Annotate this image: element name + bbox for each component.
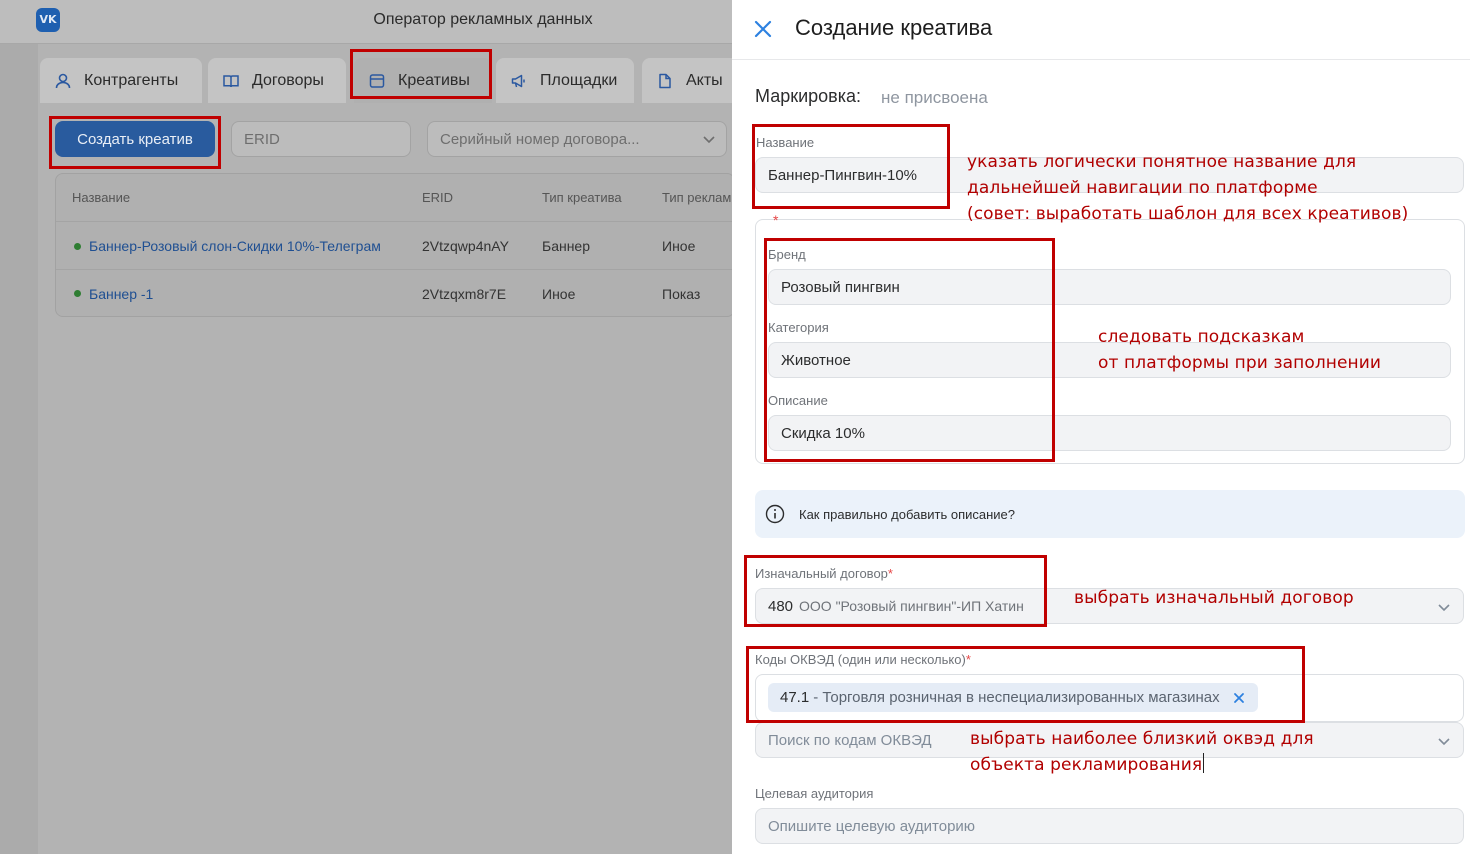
column-header[interactable]: Тип креатива bbox=[542, 174, 622, 221]
document-icon bbox=[659, 73, 671, 88]
tab-platforms[interactable]: Площадки bbox=[496, 58, 634, 103]
column-header[interactable]: ERID bbox=[422, 174, 453, 221]
chevron-down-icon bbox=[1438, 604, 1450, 612]
tab-label: Контрагенты bbox=[84, 71, 179, 89]
creative-name-link[interactable]: Баннер -1 bbox=[74, 270, 153, 316]
user-icon bbox=[55, 73, 71, 88]
annotation-box-name bbox=[752, 124, 950, 209]
annotation-okved-note: выбрать наиболее близкий оквэд для объек… bbox=[970, 729, 1314, 775]
text-cursor bbox=[1203, 753, 1205, 773]
info-icon bbox=[765, 504, 785, 524]
book-icon bbox=[223, 74, 239, 87]
annotation-box-creatives-tab bbox=[350, 49, 492, 99]
tab-label: Акты bbox=[686, 71, 723, 89]
creatives-table: Название ERID Тип креатива Тип реклам Ба… bbox=[55, 173, 735, 317]
type-cell: Иное bbox=[542, 285, 576, 302]
tab-acts[interactable]: Акты bbox=[642, 58, 740, 103]
type-cell: Баннер bbox=[542, 238, 591, 254]
table-row[interactable]: Баннер -1 2Vtzqxm8r7E Иное Показ bbox=[56, 270, 734, 316]
annotation-box-brand-group bbox=[764, 238, 1055, 462]
megaphone-icon bbox=[511, 74, 525, 87]
column-header[interactable]: Тип реклам bbox=[662, 174, 731, 221]
marking-value: не присвоена bbox=[881, 88, 988, 107]
panel-header: Создание креатива bbox=[732, 0, 1470, 60]
creative-name-link[interactable]: Баннер-Розовый слон-Скидки 10%-Телеграм bbox=[74, 223, 381, 269]
ad-type-cell: Иное bbox=[662, 238, 696, 254]
erid-cell: 2Vtzqxm8r7E bbox=[422, 285, 507, 302]
status-dot bbox=[74, 290, 81, 297]
erid-input[interactable]: ERID bbox=[231, 121, 411, 157]
chevron-down-icon bbox=[703, 136, 715, 144]
audience-label: Целевая аудитория bbox=[755, 786, 874, 801]
tab-counterparties[interactable]: Контрагенты bbox=[40, 58, 202, 103]
audience-input[interactable]: Опишите целевую аудиторию bbox=[755, 808, 1464, 844]
status-dot bbox=[74, 242, 81, 250]
tab-contracts[interactable]: Договоры bbox=[208, 58, 346, 103]
chevron-down-icon bbox=[1438, 738, 1450, 746]
tab-label: Договоры bbox=[252, 71, 324, 89]
contract-number-placeholder: Серийный номер договора... bbox=[440, 130, 640, 148]
annotation-hints-note: следовать подсказкам от платформы при за… bbox=[1098, 327, 1382, 373]
panel-title: Создание креатива bbox=[795, 15, 993, 40]
group-required-mark: * bbox=[773, 212, 779, 228]
annotation-contract-note: выбрать изначальный договор bbox=[1074, 588, 1354, 608]
table-header: Название ERID Тип креатива Тип реклам bbox=[56, 174, 734, 222]
annotation-box-contract bbox=[744, 555, 1047, 627]
table-row[interactable]: Баннер-Розовый слон-Скидки 10%-Телеграм … bbox=[56, 223, 734, 270]
close-icon[interactable] bbox=[752, 18, 774, 40]
annotation-box-create-button bbox=[49, 116, 221, 169]
erid-cell: 2Vtzqwp4nAY bbox=[422, 238, 509, 254]
marking-label: Маркировка: bbox=[755, 86, 862, 106]
ad-type-cell: Показ bbox=[662, 285, 701, 302]
annotation-name-note: указать логически понятное название для … bbox=[967, 152, 1409, 224]
contract-number-select[interactable]: Серийный номер договора... bbox=[427, 121, 727, 157]
column-header[interactable]: Название bbox=[72, 174, 130, 221]
tab-label: Площадки bbox=[540, 71, 618, 89]
description-help-banner[interactable]: Как правильно добавить описание? bbox=[755, 490, 1465, 538]
annotation-box-okved bbox=[746, 646, 1305, 723]
okved-search-placeholder: Поиск по кодам ОКВЭД bbox=[768, 731, 932, 749]
description-help-text: Как правильно добавить описание? bbox=[799, 506, 1016, 522]
